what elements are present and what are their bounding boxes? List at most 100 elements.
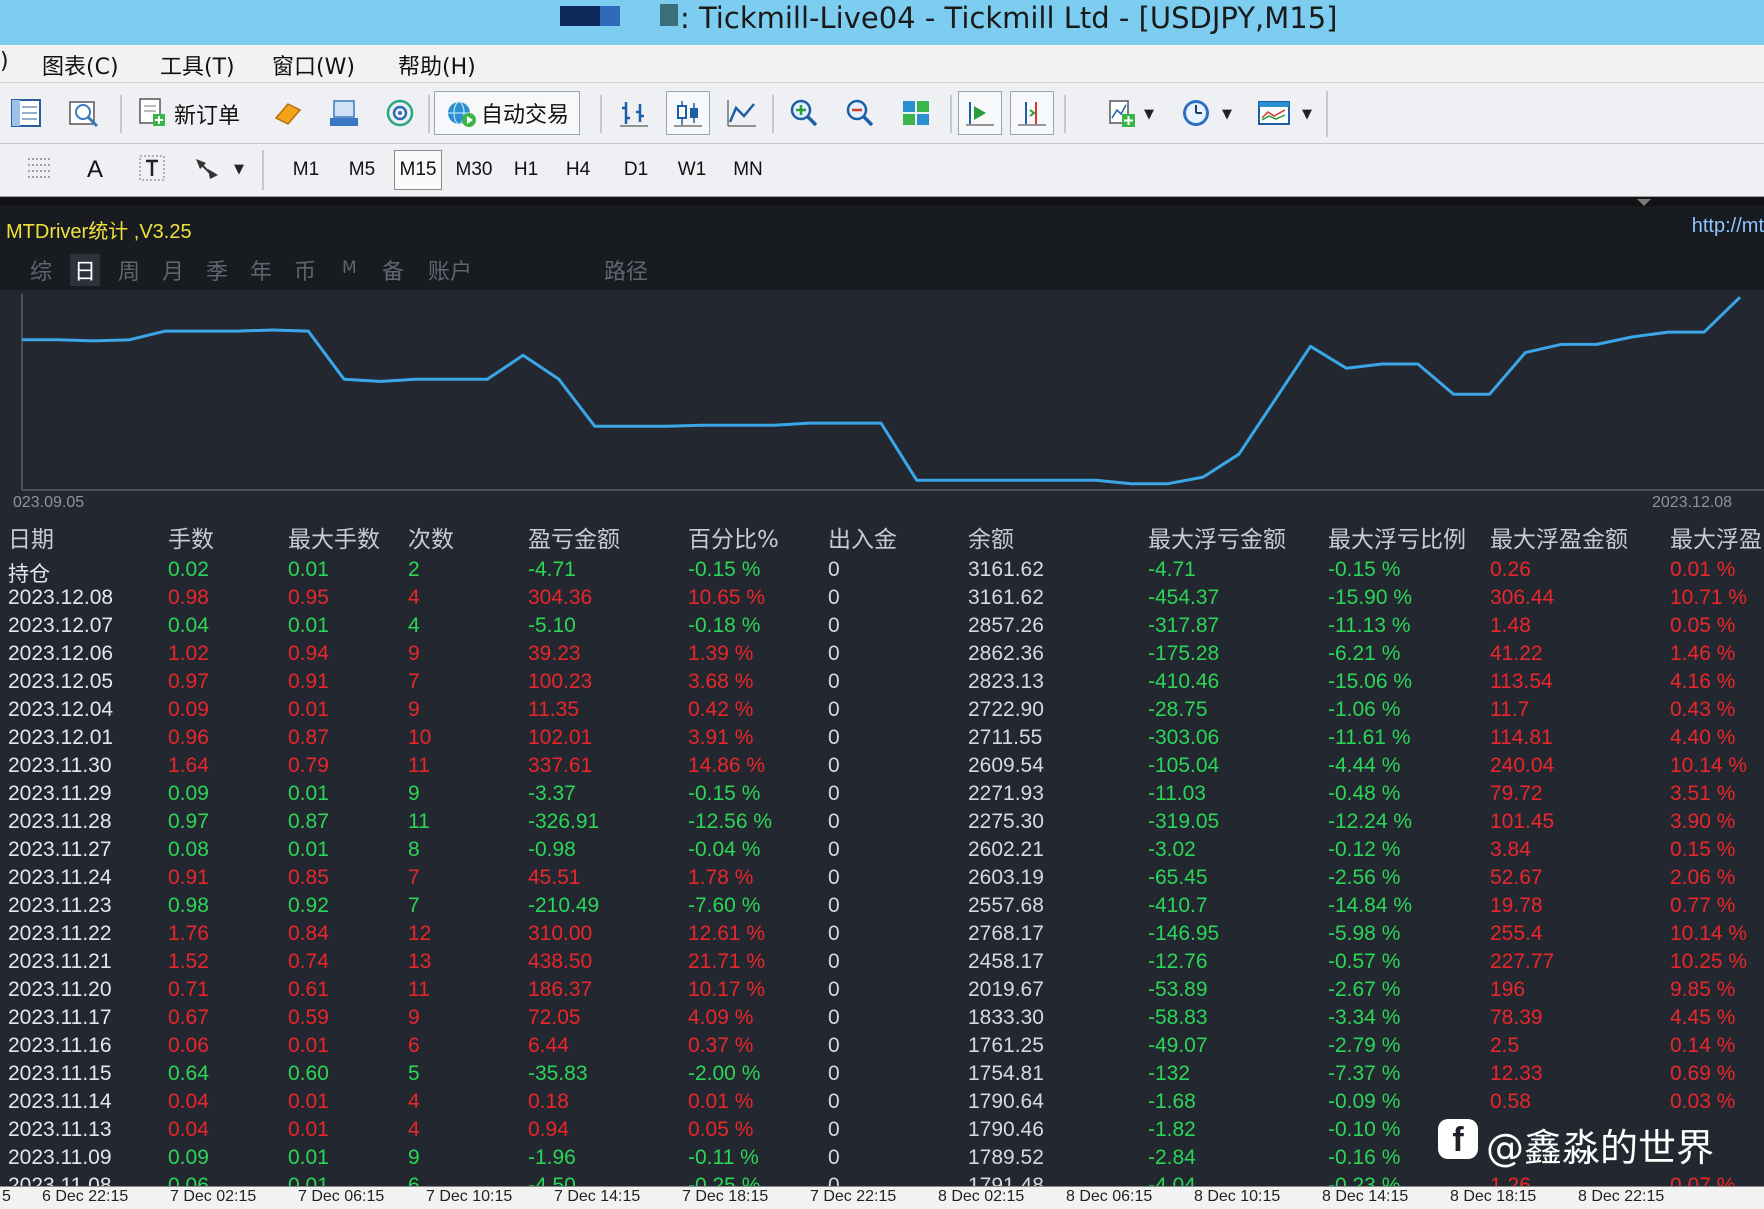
text-tool-icon[interactable]: A — [87, 156, 103, 184]
chevron-down-icon[interactable]: ▼ — [1222, 107, 1232, 122]
chevron-down-icon[interactable]: ▼ — [1302, 107, 1312, 122]
col-balance: 2602.21 — [968, 838, 1044, 861]
chart-shift-icon[interactable] — [1010, 91, 1054, 135]
templates-icon[interactable] — [1252, 91, 1296, 135]
fibonacci-icon[interactable] — [18, 146, 62, 190]
menu-item-tools[interactable]: 工具(T) — [160, 49, 235, 81]
tab-yearly[interactable]: 年 — [250, 254, 272, 286]
equity-series-line — [22, 296, 1742, 486]
auto-trading-button[interactable]: 自动交易 — [434, 91, 580, 135]
col-max-float-profit: 227.77 — [1490, 950, 1555, 973]
col-lots: 0.91 — [168, 866, 209, 889]
data-window-icon[interactable] — [62, 91, 106, 135]
col-date: 2023.11.22 — [8, 922, 112, 945]
auto-scroll-icon[interactable] — [958, 91, 1002, 135]
new-order-icon[interactable] — [130, 91, 174, 135]
tile-windows-icon[interactable] — [894, 91, 938, 135]
menu-item-partial[interactable]: ) — [0, 49, 9, 74]
col-pnl: 438.50 — [528, 950, 593, 973]
col-date: 2023.11.23 — [8, 894, 112, 917]
window-title: : Tickmill-Live04 - Tickmill Ltd - [USDJ… — [680, 1, 1338, 35]
table-row: 2023.11.30 1.64 0.79 11 337.61 14.86 % 0 2609.5… — [0, 754, 1764, 782]
col-max-lots: 0.85 — [288, 866, 329, 889]
timeframe-h4-button[interactable]: H4 — [558, 150, 598, 190]
menu-item-help[interactable]: 帮助(H) — [398, 49, 476, 81]
text-label-icon[interactable] — [130, 146, 174, 190]
menu-item-charts[interactable]: 图表(C) — [42, 49, 119, 81]
table-row: 持仓 0.02 0.01 2 -4.71 -0.15 % 0 3161.62 -4.71 -0.1… — [0, 558, 1764, 586]
col-max-lots: 0.01 — [288, 782, 329, 805]
chevron-down-icon[interactable]: ▼ — [1144, 107, 1154, 122]
timeframe-h1-button[interactable]: H1 — [506, 150, 546, 190]
col-balance: 1790.64 — [968, 1090, 1044, 1113]
timeframe-m30-button[interactable]: M30 — [450, 150, 498, 190]
tab-account[interactable]: 账户 — [428, 254, 472, 286]
timeframe-m1-button[interactable]: M1 — [286, 150, 326, 190]
tab-backup[interactable]: 备 — [382, 254, 404, 286]
table-row: 2023.12.01 0.96 0.87 10 102.01 3.91 % 0 2711.55… — [0, 726, 1764, 754]
col-max-float-profit: 19.78 — [1490, 894, 1543, 917]
signals-icon[interactable] — [378, 91, 422, 135]
table-header: 日期 手数 最大手数 次数 盈亏金额 百分比% 出入金 余额 最大浮亏金额 最大浮亏比例 最大浮盈金… — [0, 520, 1764, 553]
col-percent: 0.37 % — [688, 1034, 754, 1057]
col-max-float-profit: 196 — [1490, 978, 1526, 1001]
history-center-icon[interactable] — [266, 91, 310, 135]
indicators-icon[interactable] — [1100, 91, 1144, 135]
col-max-float-profit: 1.26 — [1490, 1174, 1531, 1186]
col-max-float-loss-pct: -0.10 % — [1328, 1118, 1401, 1141]
tab-daily[interactable]: 日 — [70, 254, 101, 286]
line-chart-icon[interactable] — [720, 91, 764, 135]
col-balance: 2722.90 — [968, 698, 1044, 721]
shift-marker-icon[interactable] — [1637, 199, 1651, 206]
tab-weekly[interactable]: 周 — [118, 254, 140, 286]
zoom-in-icon[interactable] — [782, 91, 826, 135]
tab-quarterly[interactable]: 季 — [206, 254, 228, 286]
col-max-float-loss-pct: -11.13 % — [1328, 614, 1411, 637]
col-max-float-profit: 52.67 — [1490, 866, 1543, 889]
col-max-float-profit-pct: 0.14 % — [1670, 1034, 1736, 1057]
col-max-float-loss: -1.68 — [1148, 1090, 1196, 1113]
app-url[interactable]: http://mt — [1692, 215, 1764, 238]
timeframe-m5-button[interactable]: M5 — [342, 150, 382, 190]
candlestick-chart-icon[interactable] — [666, 91, 710, 135]
col-max-float-profit: 114.81 — [1490, 726, 1553, 749]
col-max-lots: 0.87 — [288, 810, 329, 833]
toolbar-separator — [262, 150, 264, 190]
market-watch-icon[interactable] — [4, 91, 48, 135]
bar-chart-icon[interactable] — [612, 91, 656, 135]
col-in-out: 0 — [828, 1006, 840, 1029]
timeframe-m15-button[interactable]: M15 — [394, 150, 442, 190]
timeframe-mn-button[interactable]: MN — [726, 150, 770, 190]
col-date: 2023.11.27 — [8, 838, 112, 861]
col-pnl: -1.96 — [528, 1146, 576, 1169]
col-percent: -12.56 % — [688, 810, 773, 833]
col-max-float-loss-pct: -0.23 % — [1328, 1174, 1401, 1186]
tab-path[interactable]: 路径 — [604, 254, 648, 286]
new-order-label[interactable]: 新订单 — [174, 98, 240, 130]
time-axis-label: 7 Dec 14:15 — [554, 1188, 641, 1205]
col-max-float-profit-pct: 4.45 % — [1670, 1006, 1736, 1029]
col-lots: 1.52 — [168, 950, 209, 973]
arrows-icon[interactable] — [184, 146, 228, 190]
menu-item-window[interactable]: 窗口(W) — [272, 49, 355, 81]
col-max-float-loss-pct: -12.24 % — [1328, 810, 1413, 833]
equity-line-chart — [21, 294, 1764, 491]
col-percent: 4.09 % — [688, 1006, 754, 1029]
header-lots: 手数 — [168, 527, 214, 553]
col-max-lots: 0.84 — [288, 922, 329, 945]
header-count: 次数 — [408, 527, 454, 553]
tab-summary[interactable]: 综 — [30, 254, 52, 286]
timeframe-d1-button[interactable]: D1 — [616, 150, 656, 190]
terminal-icon[interactable] — [322, 91, 366, 135]
timeframe-w1-button[interactable]: W1 — [672, 150, 712, 190]
tab-m[interactable]: M — [342, 258, 357, 278]
zoom-out-icon[interactable] — [838, 91, 882, 135]
tab-monthly[interactable]: 月 — [162, 254, 184, 286]
col-max-lots: 0.01 — [288, 614, 329, 637]
table-row: 2023.11.27 0.08 0.01 8 -0.98 -0.04 % 0 2602.21 -… — [0, 838, 1764, 866]
chevron-down-icon[interactable]: ▼ — [234, 162, 244, 177]
tab-currency[interactable]: 币 — [294, 254, 316, 286]
periodicity-icon[interactable] — [1174, 91, 1218, 135]
time-axis-label: 8 Dec 18:15 — [1450, 1188, 1537, 1205]
header-percent: 百分比% — [688, 527, 779, 553]
